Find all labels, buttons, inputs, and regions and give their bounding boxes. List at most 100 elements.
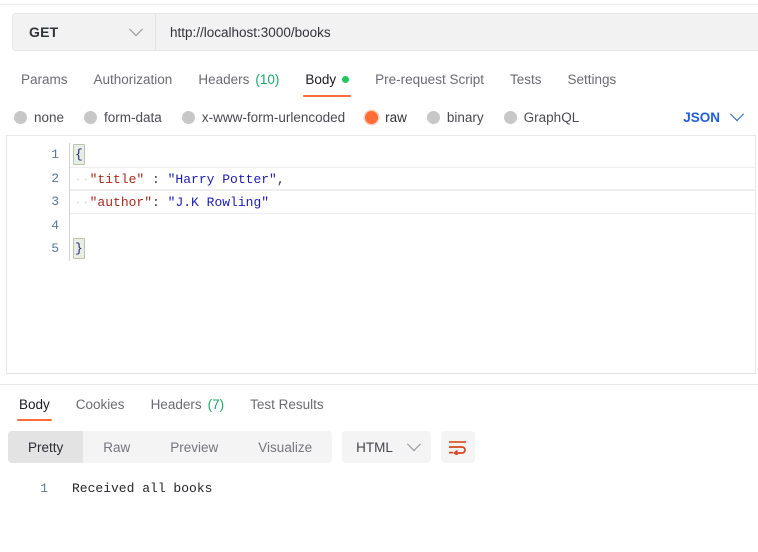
response-line: Received all books <box>72 478 758 500</box>
request-tab-settings[interactable]: Settings <box>554 59 629 99</box>
line-number: 2 <box>7 167 59 191</box>
code-line <box>70 214 755 238</box>
radio-icon <box>504 111 517 124</box>
request-tab-headers[interactable]: Headers (10) <box>185 59 292 99</box>
matching-brace: } <box>73 238 85 259</box>
tab-label: Pre-request Script <box>375 72 484 87</box>
tab-label: Tests <box>510 72 542 87</box>
request-url-input[interactable]: http://localhost:3000/books <box>156 14 758 50</box>
code-line: ··"title" : "Harry Potter", <box>70 167 755 191</box>
tab-label: Authorization <box>94 72 173 87</box>
matching-brace: { <box>73 144 85 165</box>
tab-count: (7) <box>208 397 225 412</box>
body-type-raw[interactable]: raw <box>365 110 407 125</box>
json-key: "author" <box>90 195 152 210</box>
response-view-pretty[interactable]: Pretty <box>8 431 83 463</box>
body-type-graphql[interactable]: GraphQL <box>504 110 580 125</box>
body-present-indicator-icon <box>342 76 349 83</box>
request-tab-body[interactable]: Body <box>292 59 362 99</box>
line-number: 1 <box>7 143 59 167</box>
request-tabs: Params Authorization Headers (10) Body Pre-re… <box>0 59 758 99</box>
word-wrap-button[interactable] <box>441 431 475 463</box>
tab-count: (10) <box>255 72 279 87</box>
code-line: } <box>70 237 755 261</box>
json-comma: , <box>277 172 285 187</box>
json-separator: : <box>144 172 167 187</box>
response-toolbar: PrettyRawPreviewVisualize HTML <box>0 423 758 471</box>
indent-guide: ·· <box>74 172 90 187</box>
response-view-preview[interactable]: Preview <box>150 431 238 463</box>
radio-icon <box>14 111 27 124</box>
tab-label: Body <box>305 72 336 87</box>
body-type-label: binary <box>447 110 484 125</box>
request-tab-pre-request-script[interactable]: Pre-request Script <box>362 59 497 99</box>
tab-label: Headers <box>151 397 202 412</box>
json-string-value: "J.K Rowling" <box>168 195 269 210</box>
response-tab-headers[interactable]: Headers (7) <box>138 385 238 423</box>
response-line-numbers: 1 <box>0 478 58 500</box>
tab-label: Test Results <box>250 397 324 412</box>
line-number: 4 <box>7 214 59 238</box>
chevron-down-icon <box>129 22 143 36</box>
code-line: { <box>70 143 755 167</box>
line-number: 1 <box>0 478 48 500</box>
request-tab-params[interactable]: Params <box>8 59 81 99</box>
editor-code-lines[interactable]: {··"title" : "Harry Potter",··"author": … <box>69 143 755 261</box>
json-key: "title" <box>90 172 145 187</box>
code-area: 12345 {··"title" : "Harry Potter",··"aut… <box>7 136 755 261</box>
word-wrap-icon <box>448 440 467 455</box>
response-tab-body[interactable]: Body <box>6 385 63 423</box>
request-url-shell: GET http://localhost:3000/books <box>12 13 758 51</box>
body-language-label: JSON <box>683 110 720 125</box>
chevron-down-icon <box>730 107 744 121</box>
json-separator: : <box>152 195 168 210</box>
postman-request-response-pane: GET http://localhost:3000/books Params Au… <box>0 0 758 552</box>
body-type-label: raw <box>385 110 407 125</box>
panel-divider <box>0 374 758 385</box>
line-number: 3 <box>7 190 59 214</box>
chevron-down-icon <box>407 437 421 451</box>
response-tab-cookies[interactable]: Cookies <box>63 385 138 423</box>
response-format-dropdown[interactable]: HTML <box>342 431 431 463</box>
request-tab-authorization[interactable]: Authorization <box>81 59 186 99</box>
body-type-row: none form-data x-www-form-urlencoded raw bin… <box>0 99 758 135</box>
body-type-none[interactable]: none <box>14 110 64 125</box>
body-type-label: GraphQL <box>524 110 580 125</box>
radio-icon <box>427 111 440 124</box>
body-type-label: none <box>34 110 64 125</box>
indent-guide: ·· <box>74 195 90 210</box>
tab-label: Headers <box>198 72 249 87</box>
tab-label: Body <box>19 397 50 412</box>
body-type-label: form-data <box>104 110 162 125</box>
tab-label: Params <box>21 72 68 87</box>
radio-icon <box>84 111 97 124</box>
request-url-value: http://localhost:3000/books <box>170 25 331 40</box>
line-number: 5 <box>7 237 59 261</box>
radio-icon <box>182 111 195 124</box>
request-url-row: GET http://localhost:3000/books <box>0 5 758 59</box>
editor-line-numbers: 12345 <box>7 143 69 261</box>
http-method-label: GET <box>29 24 58 40</box>
response-view-raw[interactable]: Raw <box>83 431 150 463</box>
response-tabs: Body Cookies Headers (7) Test Results <box>0 385 758 423</box>
response-format-label: HTML <box>356 440 393 455</box>
radio-icon <box>365 111 378 124</box>
body-language-dropdown[interactable]: JSON <box>683 110 746 125</box>
tab-label: Settings <box>567 72 616 87</box>
body-type-form-data[interactable]: form-data <box>84 110 162 125</box>
code-line: ··"author": "J.K Rowling" <box>70 190 755 214</box>
request-body-editor[interactable]: 12345 {··"title" : "Harry Potter",··"aut… <box>6 135 756 374</box>
http-method-dropdown[interactable]: GET <box>13 14 156 50</box>
response-tab-test-results[interactable]: Test Results <box>237 385 337 423</box>
response-body[interactable]: 1 Received all books <box>0 471 758 552</box>
body-type-binary[interactable]: binary <box>427 110 484 125</box>
body-type-options: none form-data x-www-form-urlencoded raw bin… <box>14 110 599 125</box>
tab-label: Cookies <box>76 397 125 412</box>
response-body-text: Received all books <box>58 478 758 500</box>
body-type-x-www-form-urlencoded[interactable]: x-www-form-urlencoded <box>182 110 345 125</box>
response-view-visualize[interactable]: Visualize <box>238 431 332 463</box>
request-tab-tests[interactable]: Tests <box>497 59 555 99</box>
response-view-mode-group: PrettyRawPreviewVisualize <box>8 431 332 463</box>
body-type-label: x-www-form-urlencoded <box>202 110 345 125</box>
json-string-value: "Harry Potter" <box>168 172 277 187</box>
